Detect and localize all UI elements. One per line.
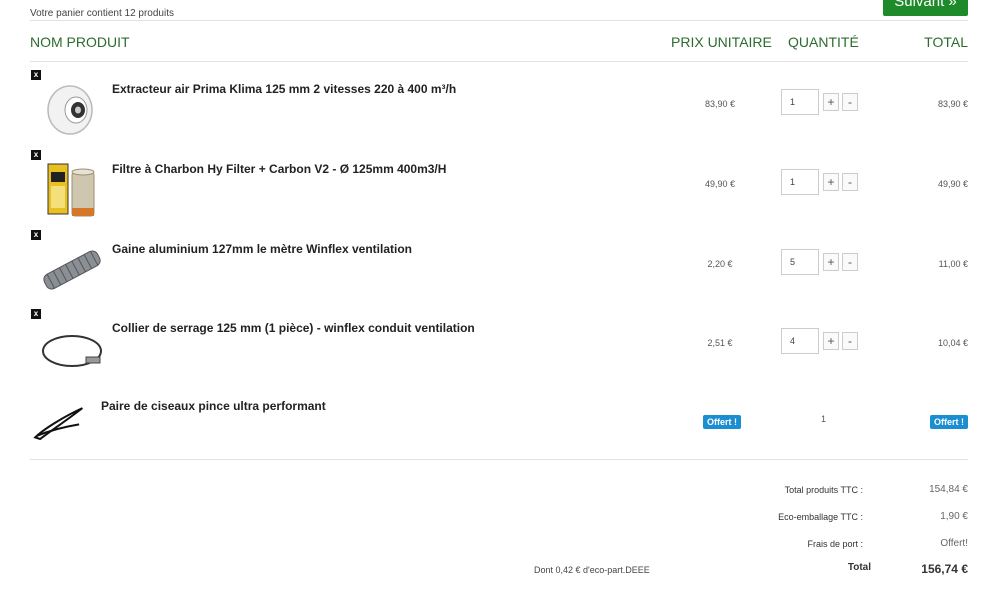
increase-quantity-button[interactable]: + [823, 253, 839, 271]
increase-quantity-button[interactable]: + [823, 93, 839, 111]
cart-row: x Filtre à Charbon Hy Filter + Carbon V2… [0, 150, 1000, 230]
gift-total-badge: Offert ! [930, 412, 968, 430]
column-header-unit-price: PRIX UNITAIRE [671, 34, 772, 50]
offered-badge: Offert ! [703, 415, 741, 429]
next-button[interactable]: Suivant » [883, 0, 968, 16]
summary-eco-value: 1,90 € [940, 511, 968, 522]
row-total: 10,04 € [937, 338, 968, 348]
product-name[interactable]: Paire de ciseaux pince ultra performant [101, 399, 326, 413]
offered-badge: Offert ! [930, 415, 968, 429]
eco-part-note: Dont 0,42 € d'eco-part.DEEE [534, 565, 650, 575]
column-header-total: TOTAL [924, 34, 968, 50]
gift-row: Paire de ciseaux pince ultra performant … [0, 388, 1000, 468]
decrease-quantity-button[interactable]: - [842, 253, 858, 271]
cart-row: x Extracteur air Prima Klima 125 mm 2 vi… [0, 70, 1000, 150]
total-value: 156,74 € [921, 562, 968, 576]
summary-shipping-value: Offert! [940, 538, 968, 549]
cart-count-text: Votre panier contient 12 produits [30, 8, 174, 19]
gift-quantity: 1 [821, 414, 827, 424]
quantity-input[interactable]: 4 [781, 328, 819, 354]
divider [30, 61, 968, 62]
row-total: 49,90 € [937, 179, 968, 189]
summary-eco-label: Eco-emballage TTC : [778, 512, 863, 522]
total-label: Total [847, 562, 871, 573]
summary-shipping-label: Frais de port : [807, 539, 863, 549]
unit-price: 2,51 € [707, 338, 733, 348]
divider [30, 459, 968, 460]
summary-products-label: Total produits TTC : [784, 485, 863, 495]
increase-quantity-button[interactable]: + [823, 173, 839, 191]
product-name[interactable]: Extracteur air Prima Klima 125 mm 2 vite… [112, 82, 456, 96]
fan-icon [47, 85, 93, 135]
filter-icon [47, 163, 95, 217]
unit-price: 83,90 € [704, 99, 736, 109]
quantity-input[interactable]: 1 [781, 89, 819, 115]
product-name[interactable]: Gaine aluminium 127mm le mètre Winflex v… [112, 242, 412, 256]
quantity-input[interactable]: 5 [781, 249, 819, 275]
cart-row: x Gaine aluminium 127mm le mètre Winflex… [0, 230, 1000, 310]
cart-row: x Collier de serrage 125 mm (1 pièce) - … [0, 309, 1000, 389]
product-name[interactable]: Filtre à Charbon Hy Filter + Carbon V2 -… [112, 162, 446, 176]
column-header-product: NOM PRODUIT [30, 34, 130, 50]
decrease-quantity-button[interactable]: - [842, 93, 858, 111]
product-name[interactable]: Collier de serrage 125 mm (1 pièce) - wi… [112, 321, 475, 335]
duct-icon [43, 250, 101, 290]
summary-products-value: 154,84 € [929, 484, 968, 495]
increase-quantity-button[interactable]: + [823, 332, 839, 350]
unit-price: 2,20 € [707, 259, 733, 269]
divider [30, 20, 968, 21]
unit-price: 49,90 € [704, 179, 736, 189]
row-total: 83,90 € [937, 99, 968, 109]
gift-price-badge: Offert ! [703, 412, 741, 430]
decrease-quantity-button[interactable]: - [842, 173, 858, 191]
clamp-icon [42, 335, 102, 367]
row-total: 11,00 € [938, 259, 968, 269]
column-header-quantity: QUANTITÉ [788, 34, 859, 50]
decrease-quantity-button[interactable]: - [842, 332, 858, 350]
quantity-input[interactable]: 1 [781, 169, 819, 195]
scissors-icon [33, 407, 83, 441]
